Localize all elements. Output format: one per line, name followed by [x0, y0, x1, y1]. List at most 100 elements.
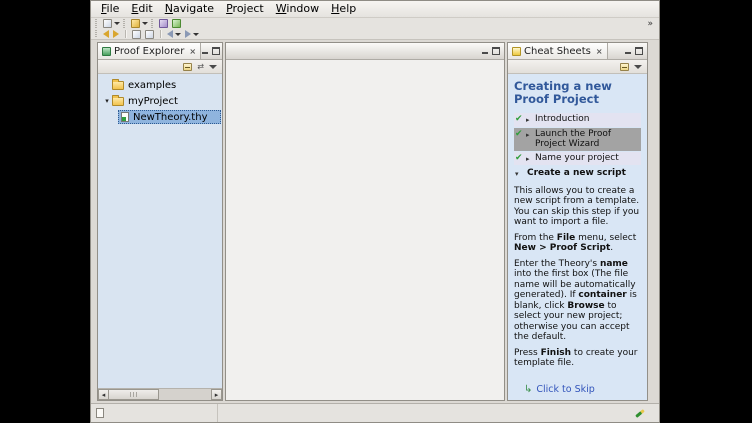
- menu-file[interactable]: File: [95, 1, 125, 17]
- open-cheat-sheet-button[interactable]: [171, 19, 182, 28]
- cheat-sheet-paragraph: This allows you to create a new script f…: [514, 186, 641, 228]
- collapse-all-icon[interactable]: [620, 63, 629, 71]
- cheat-sheet-step-name-project[interactable]: ✔ ▸ Name your project: [514, 152, 641, 166]
- editor-area: [225, 42, 505, 401]
- goto-point-button[interactable]: [131, 30, 142, 39]
- next-proof-step-button[interactable]: [112, 30, 120, 38]
- cheat-sheet-paragraph: From the File menu, select New > Proof S…: [514, 233, 641, 254]
- toolbar-drag-handle[interactable]: [95, 30, 97, 38]
- scrollbar-track[interactable]: [159, 389, 211, 400]
- minimize-icon[interactable]: [481, 47, 489, 55]
- scrollbar-thumb[interactable]: [109, 389, 159, 400]
- project-tree: examples ▾ myProject NewTheory.thy: [98, 74, 222, 388]
- status-bar: [91, 403, 659, 422]
- step-expanded-arrow-icon[interactable]: ▾: [515, 168, 527, 180]
- toolbar-drag-handle[interactable]: [123, 19, 125, 28]
- step-collapsed-arrow-icon[interactable]: ▸: [526, 129, 535, 141]
- restart-proof-button[interactable]: [144, 30, 155, 39]
- tree-item-label: myProject: [124, 96, 178, 107]
- minimize-icon[interactable]: [624, 47, 632, 55]
- cheat-sheet-title: Creating a new Proof Project: [514, 80, 641, 106]
- proof-explorer-tab[interactable]: Proof Explorer ×: [98, 43, 201, 59]
- scroll-right-arrow[interactable]: ▸: [211, 389, 222, 400]
- close-icon[interactable]: ×: [189, 47, 196, 56]
- skip-link-label: Click to Skip: [536, 384, 594, 395]
- step-collapsed-arrow-icon[interactable]: ▸: [526, 114, 535, 126]
- chevron-down-icon: [142, 22, 148, 25]
- new-proof-project-icon: [131, 19, 140, 28]
- cheat-sheet-icon: [172, 19, 181, 28]
- view-menu-icon[interactable]: [634, 65, 642, 69]
- status-right-area: [635, 412, 659, 415]
- empty-editor-area[interactable]: [226, 60, 504, 400]
- cheat-sheet-paragraph: Enter the Theory's name into the first b…: [514, 259, 641, 343]
- skip-arrow-icon: ↳: [524, 384, 532, 395]
- maximize-icon[interactable]: [635, 47, 643, 55]
- tree-item-label: examples: [124, 80, 176, 91]
- tree-item-myproject[interactable]: ▾ myProject: [98, 93, 222, 109]
- cheat-sheet-step-introduction[interactable]: ✔ ▸ Introduction: [514, 113, 641, 127]
- workbench-area: Proof Explorer × ⇄ examples: [91, 40, 659, 403]
- skip-link[interactable]: ↳ Click to Skip: [524, 384, 595, 395]
- toolbar-separator: [160, 30, 161, 38]
- menu-bar: File Edit Navigate Project Window Help: [91, 1, 659, 18]
- cheat-sheet-step-create-script[interactable]: ▾ Create a new script: [514, 167, 641, 181]
- status-message-area: [91, 404, 218, 422]
- menu-navigate[interactable]: Navigate: [159, 1, 220, 17]
- editor-area-header: [226, 43, 504, 60]
- expand-arrow-icon[interactable]: ▾: [102, 97, 112, 105]
- theory-file-icon: [121, 112, 129, 122]
- toolbar-overflow-chevron[interactable]: »: [647, 19, 655, 29]
- menu-window[interactable]: Window: [270, 1, 325, 17]
- cheat-sheet-step-launch-wizard[interactable]: ✔ ▸ Launch the Proof Project Wizard: [514, 128, 641, 151]
- toolbar-drag-handle[interactable]: [95, 19, 97, 28]
- selected-tree-item[interactable]: NewTheory.thy: [118, 110, 221, 124]
- new-wizard-icon: [103, 19, 112, 28]
- tree-item-newtheory[interactable]: NewTheory.thy: [98, 109, 222, 125]
- cheat-sheets-header: Cheat Sheets ×: [508, 43, 647, 60]
- search-button[interactable]: [158, 19, 169, 28]
- main-toolbar-row-2: [91, 29, 659, 40]
- menu-help[interactable]: Help: [325, 1, 362, 17]
- new-proof-project-button[interactable]: [130, 19, 149, 28]
- proof-explorer-header: Proof Explorer ×: [98, 43, 222, 60]
- goto-point-icon: [132, 30, 141, 39]
- forward-arrow-icon: [185, 30, 191, 38]
- horizontal-scrollbar[interactable]: ◂ ▸: [98, 388, 222, 400]
- proof-explorer-view: Proof Explorer × ⇄ examples: [97, 42, 223, 401]
- toolbar-drag-handle[interactable]: [151, 19, 153, 28]
- undo-proof-step-icon: [103, 30, 109, 38]
- tree-item-examples[interactable]: examples: [98, 77, 222, 93]
- status-pencil-icon: [635, 409, 645, 418]
- proof-explorer-toolbar: ⇄: [98, 60, 222, 74]
- folder-icon: [112, 81, 124, 90]
- proof-explorer-tab-label: Proof Explorer: [114, 46, 184, 57]
- cheat-sheets-tab-label: Cheat Sheets: [524, 46, 591, 57]
- close-icon[interactable]: ×: [596, 47, 603, 56]
- link-with-editor-icon[interactable]: ⇄: [197, 63, 204, 71]
- menu-edit[interactable]: Edit: [125, 1, 158, 17]
- scroll-left-arrow[interactable]: ◂: [98, 389, 109, 400]
- collapse-all-icon[interactable]: [183, 63, 192, 71]
- chevron-down-icon: [114, 22, 120, 25]
- step-label: Launch the Proof Project Wizard: [535, 129, 640, 150]
- check-icon: ✔: [515, 153, 526, 163]
- cheat-sheets-tab[interactable]: Cheat Sheets ×: [508, 43, 608, 59]
- view-menu-icon[interactable]: [209, 65, 217, 69]
- back-button[interactable]: [166, 30, 182, 38]
- new-wizard-button[interactable]: [102, 19, 121, 28]
- maximize-icon[interactable]: [212, 47, 220, 55]
- cheat-sheets-view: Cheat Sheets × Creating a new Proof Proj…: [507, 42, 648, 401]
- undo-proof-step-button[interactable]: [102, 30, 110, 38]
- cheat-sheet-content: Creating a new Proof Project ✔ ▸ Introdu…: [508, 74, 647, 400]
- status-left-icon: [96, 408, 104, 418]
- restart-proof-icon: [145, 30, 154, 39]
- search-icon: [159, 19, 168, 28]
- minimize-icon[interactable]: [201, 47, 209, 55]
- menu-project[interactable]: Project: [220, 1, 270, 17]
- step-collapsed-arrow-icon[interactable]: ▸: [526, 153, 535, 165]
- forward-button[interactable]: [184, 30, 200, 38]
- maximize-icon[interactable]: [492, 47, 500, 55]
- proof-explorer-icon: [102, 47, 111, 56]
- main-toolbar-row-1: »: [91, 18, 659, 29]
